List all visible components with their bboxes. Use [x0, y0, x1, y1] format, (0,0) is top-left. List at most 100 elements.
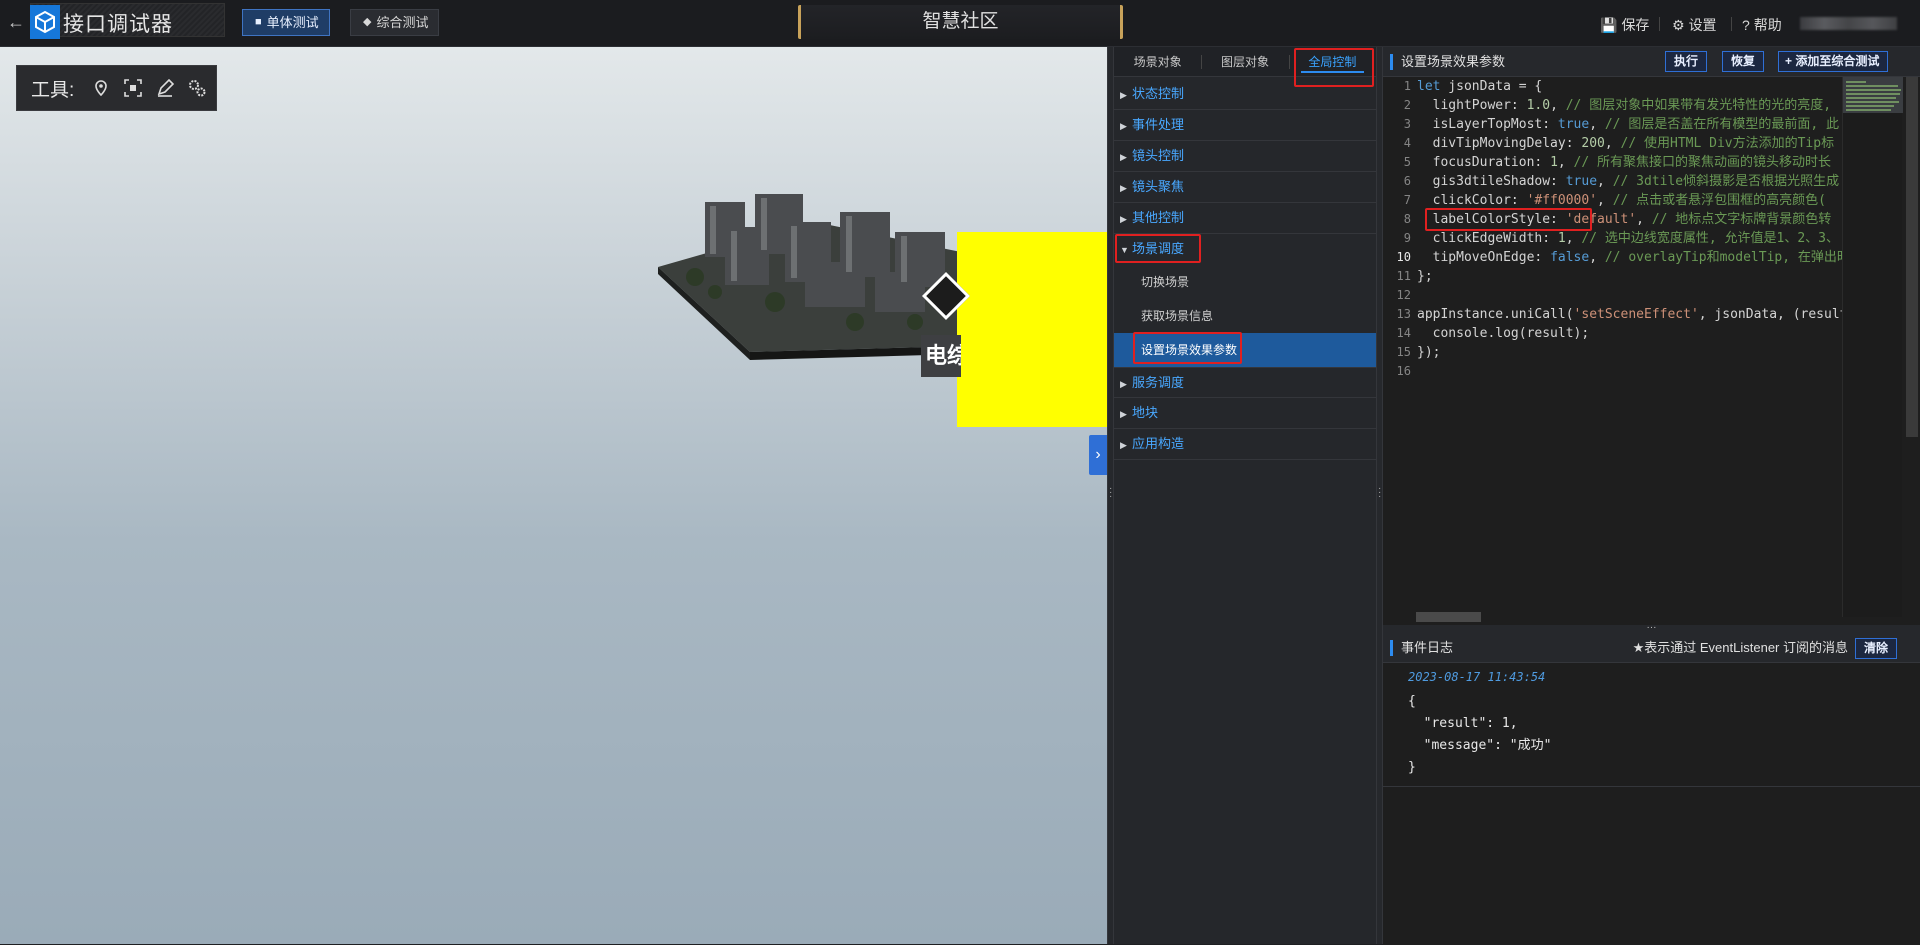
event-log-body[interactable]: 2023-08-17 11:43:54 { "result": 1, "mess…: [1383, 663, 1920, 945]
layers-icon: ◆: [363, 16, 372, 28]
log-entry: 2023-08-17 11:43:54 { "result": 1, "mess…: [1383, 663, 1920, 787]
divider: [1731, 17, 1732, 31]
vertical-scrollbar[interactable]: [1906, 77, 1918, 437]
divider: [1659, 17, 1660, 31]
chevron-right-icon[interactable]: ›: [1089, 435, 1107, 475]
tree-sub-set-scene-effect[interactable]: 设置场景效果参数: [1114, 333, 1376, 367]
tab-global-control[interactable]: 全局控制: [1288, 47, 1376, 76]
line-number: 12: [1396, 288, 1411, 302]
line-number: 8: [1403, 212, 1411, 226]
back-arrow-icon[interactable]: ←: [6, 12, 26, 32]
code-line: console.log(result);: [1417, 326, 1590, 341]
line-number: 7: [1403, 193, 1411, 207]
event-log-title: 事件日志: [1401, 640, 1454, 655]
log-json-line: }: [1408, 760, 1416, 775]
tree-sub-get-scene-info[interactable]: 获取场景信息: [1114, 299, 1376, 333]
overlay-label[interactable]: 电综: [921, 335, 961, 377]
line-number: 6: [1403, 174, 1411, 188]
unit-test-button[interactable]: ■ 单体测试: [242, 9, 330, 36]
code-line: });: [1417, 345, 1441, 360]
caret-right-icon: ▶: [1120, 409, 1127, 419]
caret-right-icon: ▶: [1120, 440, 1127, 450]
tree-item-camera-control[interactable]: ▶ 镜头控制: [1114, 141, 1376, 172]
minimap-line: [1846, 101, 1899, 103]
minimap-line: [1846, 89, 1901, 91]
code-panel: 设置场景效果参数 执行 恢复 + 添加至综合测试 1 2 3 4 5 6 7 8…: [1383, 47, 1920, 945]
scene-viewport[interactable]: 工具: 电综 ›: [0, 47, 1107, 944]
code-line: lightPower: 1.0, // 图层对象中如果带有发光特性的光的亮度,: [1417, 98, 1832, 113]
code-panel-header: 设置场景效果参数 执行 恢复 + 添加至综合测试: [1383, 47, 1920, 77]
caret-right-icon: ▶: [1120, 90, 1127, 100]
tab-bar: 场景对象 图层对象 全局控制: [1114, 47, 1376, 77]
integrated-test-button[interactable]: ◆ 综合测试: [350, 9, 440, 36]
code-line: labelColorStyle: 'default', // 地标点文字标牌背景…: [1417, 212, 1832, 227]
line-number: 15: [1396, 345, 1411, 359]
tree-item-service-dispatch[interactable]: ▶ 服务调度: [1114, 367, 1376, 398]
horizontal-scrollbar[interactable]: [1416, 612, 1481, 622]
line-number: 9: [1403, 231, 1411, 245]
accent-bar: [1390, 640, 1393, 656]
pen-icon[interactable]: [154, 77, 176, 99]
log-timestamp: 2023-08-17 11:43:54: [1408, 670, 1546, 684]
line-number: 14: [1396, 326, 1411, 340]
line-number: 5: [1403, 155, 1411, 169]
tree-item-event-handling[interactable]: ▶ 事件处理: [1114, 110, 1376, 141]
tab-layer-objects[interactable]: 图层对象: [1201, 47, 1288, 76]
log-splitter[interactable]: ···: [1383, 623, 1920, 633]
tree-item-other-control[interactable]: ▶ 其他控制: [1114, 203, 1376, 234]
code-line: let jsonData = {: [1417, 79, 1543, 94]
app-logo-icon: [30, 5, 60, 39]
settings-button[interactable]: ⚙ 设置: [1672, 15, 1717, 35]
plus-icon: +: [1785, 54, 1796, 68]
tree-item-app-construct[interactable]: ▶ 应用构造: [1114, 429, 1376, 460]
save-button[interactable]: 💾 保存: [1600, 15, 1649, 35]
tools-label: 工具:: [31, 79, 75, 101]
help-button[interactable]: ? 帮助: [1742, 15, 1782, 35]
select-area-icon[interactable]: [122, 77, 144, 99]
line-number: 3: [1403, 117, 1411, 131]
line-number: 10: [1396, 250, 1411, 264]
run-button[interactable]: 执行: [1665, 51, 1708, 72]
tree-item-camera-focus[interactable]: ▶ 镜头聚焦: [1114, 172, 1376, 203]
reset-button[interactable]: 恢复: [1722, 51, 1765, 72]
code-editor[interactable]: 1 2 3 4 5 6 7 8 9 10 11 12 13 14 15 16 l…: [1383, 77, 1920, 625]
tree-item-status-control[interactable]: ▶ 状态控制: [1114, 79, 1376, 110]
caret-right-icon: ▶: [1120, 183, 1127, 193]
tree-sub-switch-scene[interactable]: 切换场景: [1114, 265, 1376, 299]
gears-icon[interactable]: [186, 77, 208, 99]
code-minimap[interactable]: [1842, 77, 1903, 617]
code-lines[interactable]: let jsonData = { lightPower: 1.0, // 图层对…: [1417, 77, 1842, 625]
caret-right-icon: ▶: [1120, 121, 1127, 131]
caret-right-icon: ▶: [1120, 152, 1127, 162]
line-number: 13: [1396, 307, 1411, 321]
log-json-line: "result": 1,: [1408, 716, 1518, 731]
minimap-line: [1846, 97, 1896, 99]
line-number-gutter: 1 2 3 4 5 6 7 8 9 10 11 12 13 14 15 16: [1383, 77, 1415, 625]
right-splitter[interactable]: · · ·: [1376, 47, 1383, 944]
user-info-blurred[interactable]: [1800, 17, 1897, 30]
tab-scene-objects[interactable]: 场景对象: [1114, 47, 1201, 76]
add-to-integrated-test-button[interactable]: + 添加至综合测试: [1778, 51, 1889, 72]
line-number: 4: [1403, 136, 1411, 150]
clear-log-button[interactable]: 清除: [1855, 638, 1898, 659]
overlay-panel[interactable]: [957, 232, 1107, 427]
app-title: 接口调试器: [63, 13, 173, 36]
code-line: clickColor: '#ff0000', // 点击或者悬浮包围框的高亮颜色…: [1417, 193, 1826, 208]
minimap-line: [1846, 81, 1866, 83]
code-line: };: [1417, 269, 1433, 284]
minimap-line: [1846, 93, 1900, 95]
tree-item-scene-dispatch[interactable]: ▼ 场景调度: [1114, 234, 1376, 265]
code-line: appInstance.uniCall('setSceneEffect', js…: [1417, 307, 1842, 322]
locate-icon[interactable]: [90, 77, 112, 99]
tools-bar: 工具:: [16, 65, 217, 111]
code-line: tipMoveOnEdge: false, // overlayTip和mode…: [1417, 250, 1842, 265]
left-splitter[interactable]: · · ·: [1107, 47, 1114, 944]
line-number: 11: [1396, 269, 1411, 283]
help-icon: ?: [1742, 17, 1750, 33]
accent-bar: [1390, 54, 1393, 70]
event-listener-hint: ★表示通过 EventListener 订阅的消息: [1632, 640, 1848, 655]
line-number: 1: [1403, 79, 1411, 93]
tree-item-land-parcel[interactable]: ▶ 地块: [1114, 398, 1376, 429]
caret-right-icon: ▶: [1120, 379, 1127, 389]
